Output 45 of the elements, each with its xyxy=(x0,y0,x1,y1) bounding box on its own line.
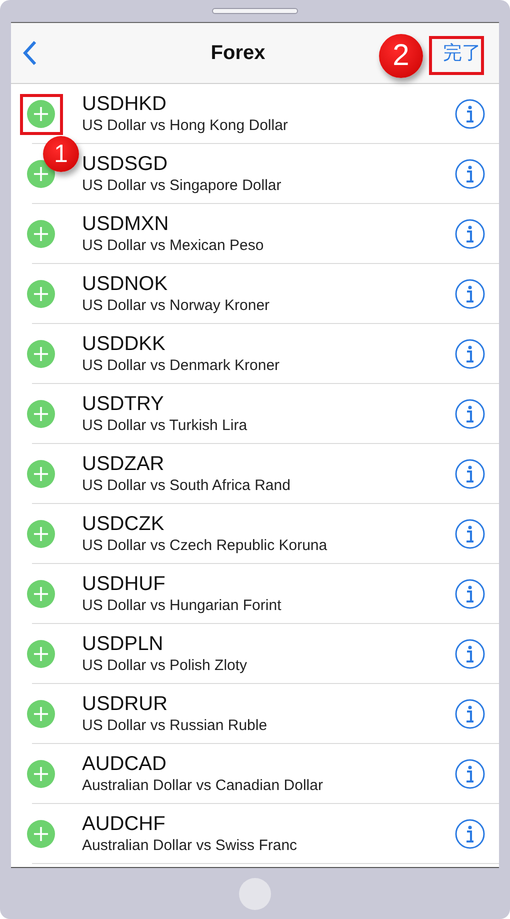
callout-number: 1 xyxy=(43,136,79,172)
pair-description: US Dollar vs Hungarian Forint xyxy=(82,596,282,615)
pair-description: US Dollar vs Norway Kroner xyxy=(82,296,271,315)
pair-description: US Dollar vs South Africa Rand xyxy=(82,476,292,495)
info-icon[interactable] xyxy=(455,159,485,189)
pair-description: US Dollar vs Singapore Dollar xyxy=(82,176,282,195)
info-icon[interactable] xyxy=(455,579,485,609)
info-icon[interactable] xyxy=(455,519,485,549)
symbol: USDHKD xyxy=(82,93,168,116)
symbol: USDHUF xyxy=(82,573,166,596)
pair-description: US Dollar vs Hong Kong Dollar xyxy=(82,116,289,135)
highlight-box xyxy=(20,94,63,135)
symbol: USDPLN xyxy=(82,633,164,656)
info-icon[interactable] xyxy=(455,819,485,849)
symbol: USDDKK xyxy=(82,333,166,356)
pair-description: US Dollar vs Russian Ruble xyxy=(82,716,268,735)
symbol: AUDCHF xyxy=(82,813,166,836)
symbol: USDTRY xyxy=(82,393,165,416)
symbol: AUDCAD xyxy=(82,753,168,776)
highlight-box xyxy=(429,36,484,75)
screen-title: Forex xyxy=(210,42,266,64)
done-button[interactable]: 完了 xyxy=(439,40,485,66)
pair-description: US Dollar vs Turkish Lira xyxy=(82,416,248,435)
symbol: USDZAR xyxy=(82,453,166,476)
info-icon[interactable] xyxy=(455,759,485,789)
pair-description: US Dollar vs Polish Zloty xyxy=(82,656,248,675)
pair-description: Australian Dollar vs Canadian Dollar xyxy=(82,776,324,795)
back-icon[interactable] xyxy=(23,40,37,66)
symbol: USDNOK xyxy=(82,273,169,296)
pair-description: US Dollar vs Denmark Kroner xyxy=(82,356,281,375)
pair-description: US Dollar vs Czech Republic Koruna xyxy=(82,536,328,555)
info-icon[interactable] xyxy=(455,279,485,309)
pair-description: Australian Dollar vs Swiss Franc xyxy=(82,836,298,855)
symbol: USDRUR xyxy=(82,693,169,716)
info-icon[interactable] xyxy=(455,639,485,669)
symbol: USDCZK xyxy=(82,513,166,536)
info-icon[interactable] xyxy=(455,699,485,729)
info-icon[interactable] xyxy=(455,219,485,249)
info-icon[interactable] xyxy=(455,99,485,129)
symbol: USDSGD xyxy=(82,153,169,176)
info-icon[interactable] xyxy=(455,399,485,429)
info-icon[interactable] xyxy=(455,459,485,489)
symbol: USDMXN xyxy=(82,213,170,236)
pair-description: US Dollar vs Mexican Peso xyxy=(82,236,265,255)
info-icon[interactable] xyxy=(455,339,485,369)
